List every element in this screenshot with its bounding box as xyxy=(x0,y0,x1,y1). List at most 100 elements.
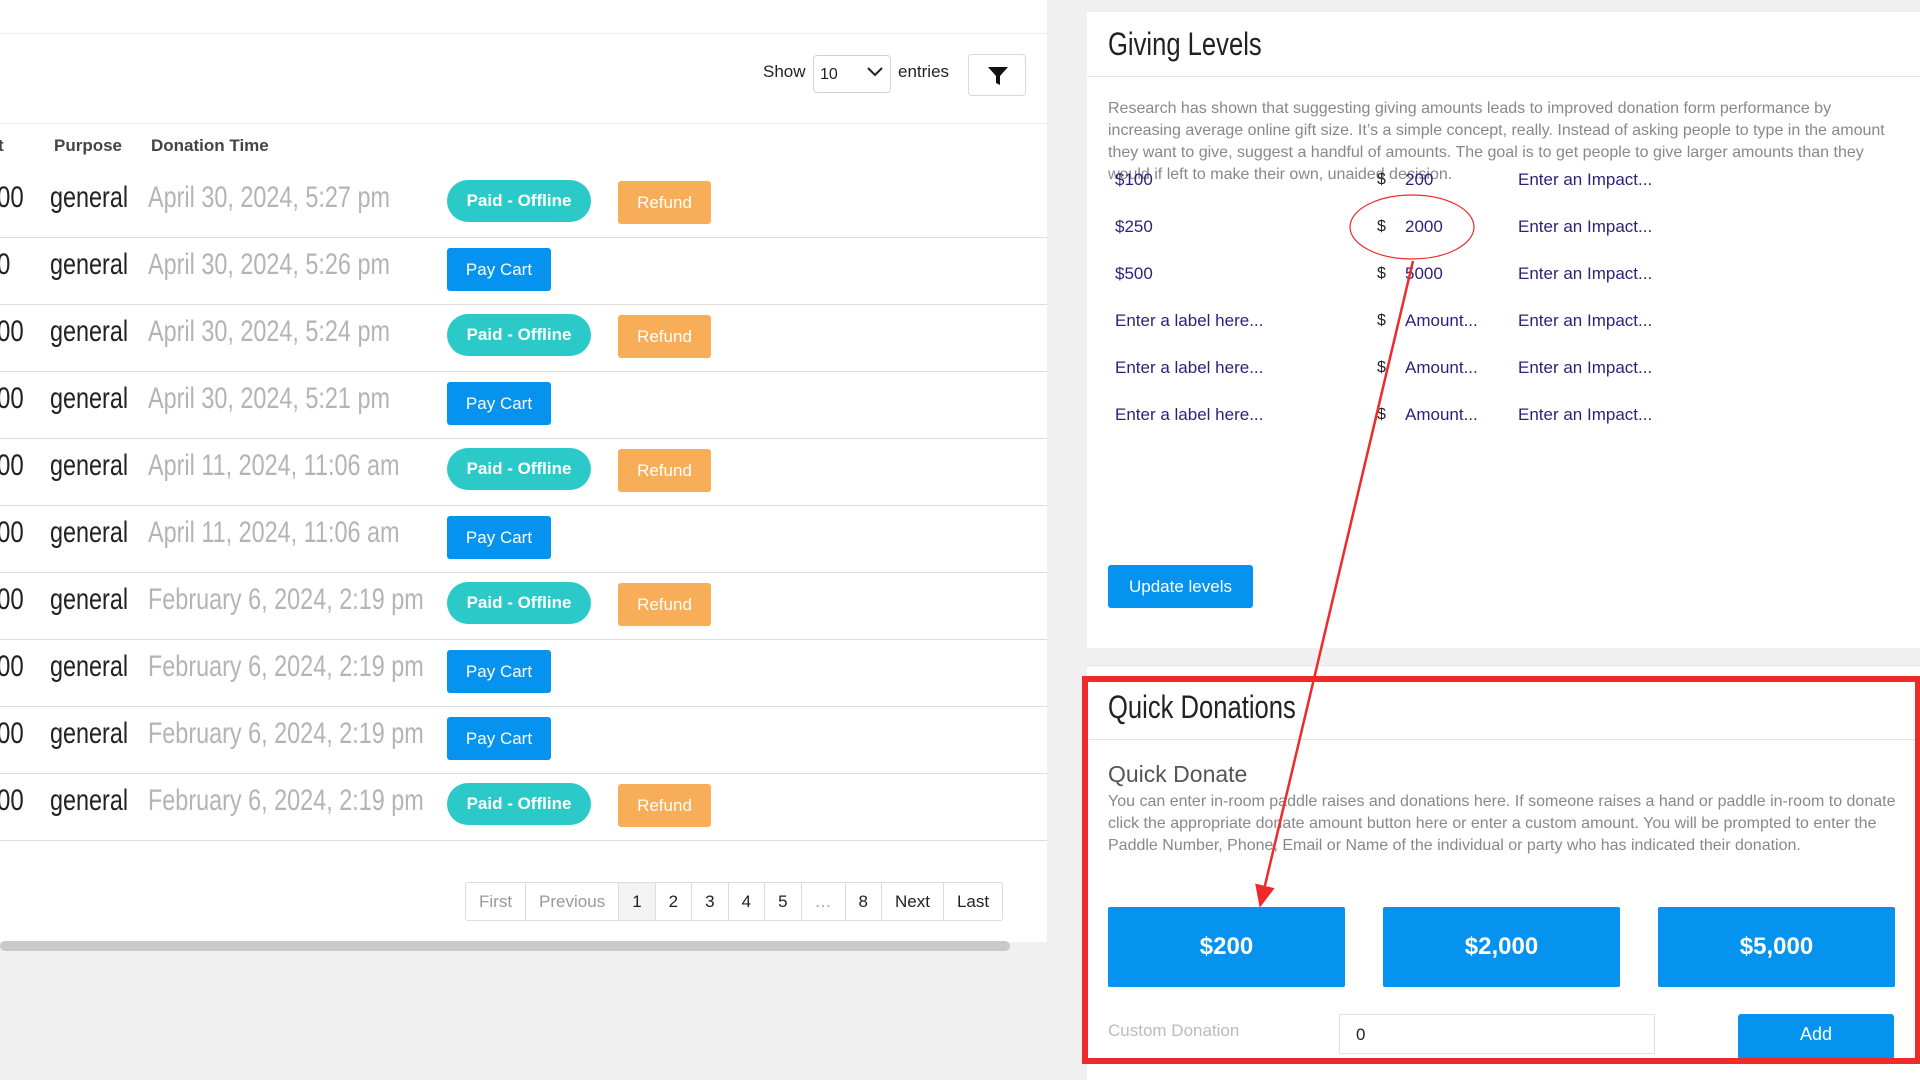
column-header-donation-time[interactable]: Donation Time xyxy=(151,136,269,156)
custom-donation-input[interactable]: 0 xyxy=(1339,1014,1655,1054)
horizontal-scrollbar[interactable] xyxy=(0,941,1010,951)
donation-time-cell: February 6, 2024, 2:19 pm xyxy=(148,784,424,817)
pagination-first[interactable]: First xyxy=(466,883,527,920)
divider xyxy=(1087,739,1920,740)
custom-donation-label: Custom Donation xyxy=(1108,1021,1240,1040)
donate-amount-button[interactable]: $5,000 xyxy=(1658,907,1895,987)
panel-title: Giving Levels xyxy=(1108,26,1262,62)
table-row: 00 general April 30, 2024, 5:27 pm Paid - O… xyxy=(0,170,1047,238)
paid-offline-button[interactable]: Paid - Offline xyxy=(447,314,591,356)
pagination-last[interactable]: Last xyxy=(944,883,1002,920)
donate-amount-button[interactable]: $2,000 xyxy=(1383,907,1620,987)
level-impact-input[interactable]: Enter an Impact... xyxy=(1518,264,1652,284)
donation-time-cell: April 11, 2024, 11:06 am xyxy=(148,516,400,549)
pay-cart-button[interactable]: Pay Cart xyxy=(447,650,551,693)
donations-table-panel: Show 10 entries t Purpose Donation Time … xyxy=(0,0,1047,942)
donation-time-cell: April 30, 2024, 5:24 pm xyxy=(148,315,390,348)
level-impact-input[interactable]: Enter an Impact... xyxy=(1518,170,1652,190)
filter-icon xyxy=(988,67,1008,85)
column-header-amount[interactable]: t xyxy=(0,136,4,156)
currency-symbol: $ xyxy=(1377,406,1386,423)
pay-cart-button[interactable]: Pay Cart xyxy=(447,516,551,559)
level-amount-input[interactable]: 2000 xyxy=(1405,217,1443,237)
panel-title: Quick Donations xyxy=(1108,689,1296,725)
purpose-cell: general xyxy=(50,382,129,415)
level-label-input[interactable]: Enter a label here... xyxy=(1115,405,1263,425)
pagination-page-5[interactable]: 5 xyxy=(765,883,802,920)
amount-cell: 00 xyxy=(0,717,24,750)
refund-button[interactable]: Refund xyxy=(618,784,711,827)
level-label-input[interactable]: $500 xyxy=(1115,264,1153,284)
entries-value: 10 xyxy=(820,66,838,83)
level-label-input[interactable]: Enter a label here... xyxy=(1115,311,1263,331)
currency-symbol: $ xyxy=(1377,359,1386,376)
show-label: Show xyxy=(763,62,806,81)
pagination-page-4[interactable]: 4 xyxy=(729,883,766,920)
pay-cart-button[interactable]: Pay Cart xyxy=(447,382,551,425)
table-row: 0 general April 30, 2024, 5:26 pm Pay Cart xyxy=(0,237,1047,305)
donate-amount-button[interactable]: $200 xyxy=(1108,907,1345,987)
level-impact-input[interactable]: Enter an Impact... xyxy=(1518,405,1652,425)
amount-cell: 00 xyxy=(0,181,24,214)
add-button[interactable]: Add xyxy=(1738,1014,1894,1060)
paid-offline-button[interactable]: Paid - Offline xyxy=(447,582,591,624)
update-levels-button[interactable]: Update levels xyxy=(1108,565,1253,608)
paid-offline-button[interactable]: Paid - Offline xyxy=(447,783,591,825)
amount-cell: 00 xyxy=(0,315,24,348)
purpose-cell: general xyxy=(50,181,129,214)
pagination-page-3[interactable]: 3 xyxy=(692,883,729,920)
refund-button[interactable]: Refund xyxy=(618,449,711,492)
level-amount-input[interactable]: Amount... xyxy=(1405,358,1478,378)
pagination-page-1[interactable]: 1 xyxy=(619,883,656,920)
purpose-cell: general xyxy=(50,784,129,817)
table-row: 00 general April 30, 2024, 5:24 pm Paid - O… xyxy=(0,304,1047,372)
divider xyxy=(0,33,1047,34)
level-label-input[interactable]: $250 xyxy=(1115,217,1153,237)
refund-button[interactable]: Refund xyxy=(618,583,711,626)
paid-offline-button[interactable]: Paid - Offline xyxy=(447,180,591,222)
amount-cell: 00 xyxy=(0,583,24,616)
donation-time-cell: April 30, 2024, 5:26 pm xyxy=(148,248,390,281)
currency-symbol: $ xyxy=(1377,171,1386,188)
entries-select[interactable]: 10 xyxy=(813,55,891,93)
purpose-cell: general xyxy=(50,315,129,348)
amount-cell: 00 xyxy=(0,382,24,415)
level-amount-input[interactable]: Amount... xyxy=(1405,405,1478,425)
table-row: 00 general February 6, 2024, 2:19 pm Pay Ca… xyxy=(0,639,1047,707)
level-impact-input[interactable]: Enter an Impact... xyxy=(1518,217,1652,237)
divider xyxy=(1087,76,1920,77)
purpose-cell: general xyxy=(50,449,129,482)
pagination-previous[interactable]: Previous xyxy=(526,883,620,920)
level-amount-input[interactable]: 200 xyxy=(1405,170,1433,190)
level-label-input[interactable]: Enter a label here... xyxy=(1115,358,1263,378)
pay-cart-button[interactable]: Pay Cart xyxy=(447,717,551,760)
pagination-page-8[interactable]: 8 xyxy=(846,883,882,920)
refund-button[interactable]: Refund xyxy=(618,315,711,358)
quick-donations-panel: Quick Donations Quick Donate You can ent… xyxy=(1087,667,1920,1080)
column-header-purpose[interactable]: Purpose xyxy=(54,136,122,156)
pagination: First Previous 1 2 3 4 5… 8 Next Last xyxy=(465,882,1004,921)
donation-time-cell: April 30, 2024, 5:21 pm xyxy=(148,382,390,415)
currency-symbol: $ xyxy=(1377,218,1386,235)
pagination-next[interactable]: Next xyxy=(882,883,944,920)
pagination-page-2[interactable]: 2 xyxy=(656,883,693,920)
level-amount-input[interactable]: 5000 xyxy=(1405,264,1443,284)
donation-time-cell: February 6, 2024, 2:19 pm xyxy=(148,717,424,750)
donation-time-cell: April 30, 2024, 5:27 pm xyxy=(148,181,390,214)
level-impact-input[interactable]: Enter an Impact... xyxy=(1518,311,1652,331)
quick-donate-description: You can enter in-room paddle raises and … xyxy=(1108,793,1896,854)
amount-cell: 00 xyxy=(0,449,24,482)
purpose-cell: general xyxy=(50,650,129,683)
purpose-cell: general xyxy=(50,516,129,549)
level-impact-input[interactable]: Enter an Impact... xyxy=(1518,358,1652,378)
level-amount-input[interactable]: Amount... xyxy=(1405,311,1478,331)
giving-levels-description: Research has shown that suggesting givin… xyxy=(1108,100,1885,183)
refund-button[interactable]: Refund xyxy=(618,181,711,224)
entries-label: entries xyxy=(898,62,950,81)
pay-cart-button[interactable]: Pay Cart xyxy=(447,248,551,291)
amount-cell: 00 xyxy=(0,650,24,683)
level-label-input[interactable]: $100 xyxy=(1115,170,1153,190)
table-row: 00 general February 6, 2024, 2:19 pm Pay Ca… xyxy=(0,706,1047,774)
paid-offline-button[interactable]: Paid - Offline xyxy=(447,448,591,490)
filter-button[interactable] xyxy=(968,54,1026,96)
